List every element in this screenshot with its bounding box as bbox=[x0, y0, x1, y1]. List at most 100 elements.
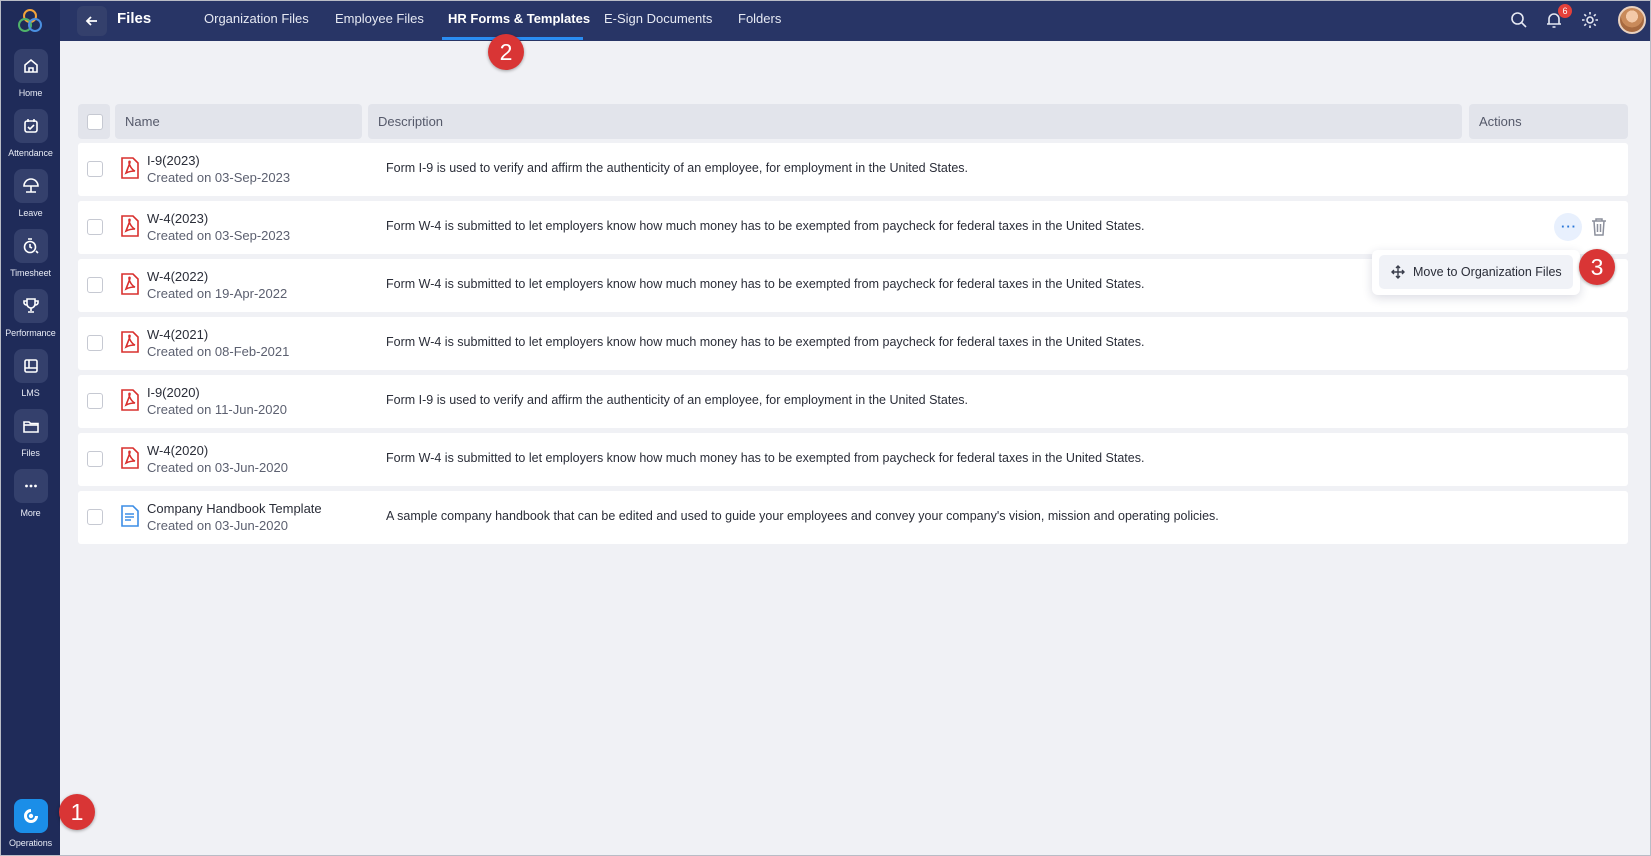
sidebar-item-more[interactable]: More bbox=[1, 469, 60, 529]
column-header-actions: Actions bbox=[1469, 104, 1628, 139]
notification-badge: 6 bbox=[1558, 4, 1572, 18]
sidebar-item-files[interactable]: Files bbox=[1, 409, 60, 469]
settings-button[interactable] bbox=[1580, 10, 1600, 30]
file-name[interactable]: W-4(2020) bbox=[147, 443, 208, 458]
move-arrows-icon bbox=[1391, 265, 1405, 279]
select-all-cell bbox=[78, 104, 110, 139]
sidebar-item-lms[interactable]: LMS bbox=[1, 349, 60, 409]
row-actions-menu: Move to Organization Files bbox=[1372, 250, 1580, 295]
sidebar-item-performance[interactable]: Performance bbox=[1, 289, 60, 349]
sidebar-item-label: Leave bbox=[18, 208, 43, 218]
document-file-icon bbox=[121, 505, 139, 527]
sidebar-item-label: Files bbox=[21, 448, 40, 458]
pdf-file-icon bbox=[121, 331, 139, 353]
file-created-date: Created on 11-Jun-2020 bbox=[147, 402, 287, 417]
trash-icon[interactable] bbox=[1590, 217, 1608, 237]
sidebar-item-label: Home bbox=[18, 88, 43, 98]
step-marker-2: 2 bbox=[488, 34, 524, 70]
more-dots-icon bbox=[13, 469, 48, 503]
row-checkbox[interactable] bbox=[87, 219, 103, 235]
move-to-organization-files-menu-item[interactable]: Move to Organization Files bbox=[1379, 255, 1573, 289]
sidebar-item-label: Operations bbox=[8, 838, 53, 848]
file-name[interactable]: I-9(2020) bbox=[147, 385, 200, 400]
timer-icon bbox=[13, 229, 48, 263]
file-name[interactable]: W-4(2021) bbox=[147, 327, 208, 342]
column-header-name[interactable]: Name bbox=[115, 104, 362, 139]
umbrella-icon bbox=[13, 169, 48, 203]
gear-icon bbox=[1582, 12, 1598, 28]
sidebar-item-label: Performance bbox=[5, 328, 56, 338]
step-marker-3: 3 bbox=[1579, 249, 1615, 285]
table-row[interactable]: W-4(2023) Created on 03-Sep-2023 Form W-… bbox=[78, 201, 1628, 254]
file-created-date: Created on 19-Apr-2022 bbox=[147, 286, 288, 301]
file-name[interactable]: W-4(2023) bbox=[147, 211, 208, 226]
file-description: Form W-4 is submitted to let employers k… bbox=[386, 219, 1145, 233]
row-checkbox[interactable] bbox=[87, 277, 103, 293]
row-checkbox[interactable] bbox=[87, 161, 103, 177]
book-icon bbox=[13, 349, 48, 383]
file-created-date: Created on 08-Feb-2021 bbox=[147, 344, 290, 359]
sidebar-item-operations[interactable]: Operations bbox=[1, 799, 60, 855]
folder-icon bbox=[13, 409, 48, 443]
pdf-file-icon bbox=[121, 389, 139, 411]
calendar-check-icon bbox=[13, 109, 48, 143]
select-all-checkbox[interactable] bbox=[87, 114, 103, 130]
row-checkbox[interactable] bbox=[87, 451, 103, 467]
file-description: A sample company handbook that can be ed… bbox=[386, 509, 1219, 523]
table-row[interactable]: I-9(2023) Created on 03-Sep-2023 Form I-… bbox=[78, 143, 1628, 196]
file-created-date: Created on 03-Jun-2020 bbox=[147, 460, 288, 475]
search-button[interactable] bbox=[1509, 10, 1529, 30]
file-created-date: Created on 03-Sep-2023 bbox=[147, 170, 291, 185]
row-checkbox[interactable] bbox=[87, 393, 103, 409]
sidebar-item-label: More bbox=[20, 508, 41, 518]
pdf-file-icon bbox=[121, 447, 139, 469]
row-checkbox[interactable] bbox=[87, 509, 103, 525]
sidebar-item-label: Attendance bbox=[8, 148, 53, 158]
back-button[interactable] bbox=[77, 6, 107, 36]
trophy-icon bbox=[13, 289, 48, 323]
more-dots-icon: ··· bbox=[1561, 219, 1577, 234]
step-marker-1: 1 bbox=[59, 794, 95, 830]
file-description: Form W-4 is submitted to let employers k… bbox=[386, 451, 1145, 465]
file-created-date: Created on 03-Jun-2020 bbox=[147, 518, 288, 533]
file-description: Form W-4 is submitted to let employers k… bbox=[386, 335, 1145, 349]
file-description: Form I-9 is used to verify and affirm th… bbox=[386, 161, 968, 175]
tab-folders[interactable]: Folders bbox=[738, 11, 781, 26]
more-actions-button[interactable]: ··· bbox=[1554, 213, 1582, 241]
table-row[interactable]: I-9(2020) Created on 11-Jun-2020 Form I-… bbox=[78, 375, 1628, 428]
tab-esign-documents[interactable]: E-Sign Documents bbox=[604, 11, 712, 26]
file-name[interactable]: I-9(2023) bbox=[147, 153, 200, 168]
sidebar-item-attendance[interactable]: Attendance bbox=[1, 109, 60, 169]
file-description: Form I-9 is used to verify and affirm th… bbox=[386, 393, 968, 407]
column-header-description: Description bbox=[368, 104, 1462, 139]
page-title: Files bbox=[117, 10, 152, 27]
menu-item-label: Move to Organization Files bbox=[1413, 265, 1562, 279]
app-logo-icon bbox=[18, 9, 42, 32]
operations-icon bbox=[13, 799, 48, 833]
sidebar-item-home[interactable]: Home bbox=[1, 49, 60, 109]
tab-hr-forms-templates[interactable]: HR Forms & Templates bbox=[448, 11, 590, 26]
arrow-left-icon bbox=[85, 16, 97, 26]
file-name[interactable]: W-4(2022) bbox=[147, 269, 208, 284]
sidebar-item-timesheet[interactable]: Timesheet bbox=[1, 229, 60, 289]
tab-organization-files[interactable]: Organization Files bbox=[204, 11, 309, 26]
app-window: Home Attendance Leave Timesheet Performa… bbox=[0, 0, 1651, 856]
table-row[interactable]: W-4(2020) Created on 03-Jun-2020 Form W-… bbox=[78, 433, 1628, 486]
pdf-file-icon bbox=[121, 273, 139, 295]
table-row[interactable]: W-4(2021) Created on 08-Feb-2021 Form W-… bbox=[78, 317, 1628, 370]
file-name[interactable]: Company Handbook Template bbox=[147, 501, 322, 516]
search-icon bbox=[1511, 12, 1527, 28]
file-created-date: Created on 03-Sep-2023 bbox=[147, 228, 291, 243]
sidebar: Home Attendance Leave Timesheet Performa… bbox=[1, 1, 60, 855]
user-avatar[interactable] bbox=[1618, 6, 1646, 34]
pdf-file-icon bbox=[121, 157, 139, 179]
home-icon bbox=[13, 49, 48, 83]
sidebar-item-label: LMS bbox=[21, 388, 40, 398]
file-description: Form W-4 is submitted to let employers k… bbox=[386, 277, 1145, 291]
table-row[interactable]: Company Handbook Template Created on 03-… bbox=[78, 491, 1628, 544]
tab-employee-files[interactable]: Employee Files bbox=[335, 11, 424, 26]
row-checkbox[interactable] bbox=[87, 335, 103, 351]
sidebar-item-leave[interactable]: Leave bbox=[1, 169, 60, 229]
table-header: Name Description Actions bbox=[78, 104, 1628, 139]
pdf-file-icon bbox=[121, 215, 139, 237]
